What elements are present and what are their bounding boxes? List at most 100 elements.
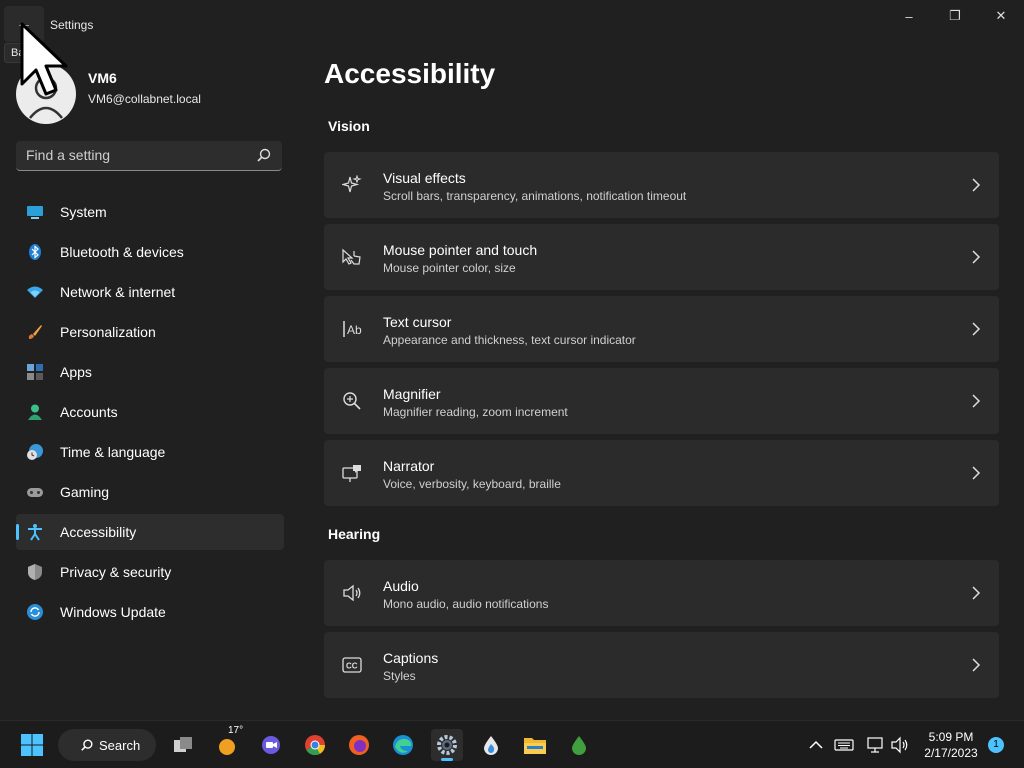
card-title: Visual effects [383,170,466,186]
card-magnifier[interactable]: Magnifier Magnifier reading, zoom increm… [324,368,999,434]
minimize-button[interactable]: – [886,0,932,32]
narrator-icon [342,465,361,482]
green-drop-icon [572,736,586,755]
bluetooth-icon [29,244,41,260]
firefox-button[interactable] [343,729,375,761]
card-description: Styles [383,669,416,683]
card-title: Text cursor [383,314,452,330]
clock-date: 2/17/2023 [924,746,978,760]
chat-app-button[interactable] [255,729,287,761]
chevron-right-icon [972,322,981,336]
sidebar-item-label: Accounts [60,404,118,420]
sidebar-item-windows-update[interactable]: Windows Update [16,594,284,630]
file-explorer-button[interactable] [519,729,551,761]
chevron-right-icon [972,250,981,264]
back-tooltip: Ba [4,43,32,63]
sidebar-item-label: Accessibility [60,524,137,540]
folder-icon [524,738,546,754]
sidebar-item-accessibility[interactable]: Accessibility [16,514,284,550]
chevron-right-icon [972,394,981,408]
section-title-vision: Vision [328,118,370,134]
chevron-right-icon [972,586,981,600]
minimize-icon: – [905,8,913,24]
chrome-icon [305,735,326,756]
weather-sun-icon [219,739,235,755]
card-narrator[interactable]: Narrator Voice, verbosity, keyboard, bra… [324,440,999,506]
avatar [16,64,76,124]
brush-icon [28,325,42,339]
accounts-icon [28,404,42,420]
sidebar-item-system[interactable]: System [16,194,284,230]
window-controls: – ❐ ✕ [886,0,1024,32]
sparkle-icon [342,175,362,193]
search-input[interactable] [16,141,246,169]
sidebar-item-gaming[interactable]: Gaming [16,474,284,510]
chevron-right-icon [972,466,981,480]
sidebar-item-apps[interactable]: Apps [16,354,284,390]
task-view-button[interactable] [167,729,199,761]
search-icon[interactable] [256,147,272,163]
card-mouse-pointer-touch[interactable]: Mouse pointer and touch Mouse pointer co… [324,224,999,290]
chat-icon [262,736,280,754]
card-description: Magnifier reading, zoom increment [383,405,568,419]
page-title: Accessibility [324,58,496,89]
svg-text:Ab: Ab [347,323,362,337]
close-icon: ✕ [995,8,1007,23]
start-button[interactable] [16,729,48,761]
chevron-right-icon [972,178,981,192]
card-audio[interactable]: Audio Mono audio, audio notifications [324,560,999,626]
chrome-button[interactable] [299,729,331,761]
card-description: Scroll bars, transparency, animations, n… [383,189,687,203]
sidebar-item-label: Privacy & security [60,564,172,580]
magnifier-icon [343,392,361,410]
droplet-icon [484,736,498,755]
droplet-app-button[interactable] [475,729,507,761]
card-description: Appearance and thickness, text cursor in… [383,333,636,347]
card-visual-effects[interactable]: Visual effects Scroll bars, transparency… [324,152,999,218]
keyboard-icon[interactable] [834,735,854,755]
sidebar-item-accounts[interactable]: Accounts [16,394,284,430]
sidebar-item-label: Network & internet [60,284,176,300]
back-button[interactable]: ← [4,6,44,42]
card-title: Magnifier [383,386,441,402]
green-drop-app-button[interactable] [563,729,595,761]
sidebar-item-network[interactable]: Network & internet [16,274,284,310]
edge-icon [393,735,413,755]
sidebar-item-bluetooth[interactable]: Bluetooth & devices [16,234,284,270]
taskbar-search-label: Search [99,738,141,753]
card-captions[interactable]: CC Captions Styles [324,632,999,698]
system-clock[interactable]: 5:09 PM 2/17/2023 [918,729,984,761]
svg-text:CC: CC [346,662,358,671]
maximize-button[interactable]: ❐ [932,0,978,32]
apps-icon [27,364,43,380]
card-description: Voice, verbosity, keyboard, braille [383,477,561,491]
sidebar-item-privacy-security[interactable]: Privacy & security [16,554,284,590]
user-profile[interactable]: VM6 VM6@collabnet.local [16,64,296,124]
edge-button[interactable] [387,729,419,761]
notification-badge[interactable]: 1 [988,737,1004,753]
app-title: Settings [50,18,94,32]
sidebar-item-personalization[interactable]: Personalization [16,314,284,350]
card-title: Audio [383,578,419,594]
gear-icon [437,735,457,755]
update-icon [27,604,43,620]
card-text-cursor[interactable]: Ab Text cursor Appearance and thickness,… [324,296,999,362]
settings-taskbar-button[interactable] [431,729,463,761]
nav-list: System Bluetooth & devices Network & int… [16,194,284,634]
shield-icon [28,564,42,580]
user-name: VM6 [88,70,117,86]
text-cursor-icon: Ab [343,321,362,337]
close-button[interactable]: ✕ [978,0,1024,32]
card-title: Captions [383,650,439,666]
sidebar-item-label: Gaming [60,484,110,500]
title-bar: ← Settings Ba – ❐ ✕ [0,0,1024,63]
sidebar-item-time-language[interactable]: Time & language [16,434,284,470]
sidebar-item-label: Apps [60,364,92,380]
network-status-icon[interactable] [866,735,886,755]
pointer-touch-icon [342,248,361,265]
chevron-up-icon[interactable] [806,735,826,755]
firefox-icon [349,735,369,755]
volume-icon[interactable] [890,735,910,755]
taskbar: Search 17° 5:09 PM 2/17/2023 1 [0,720,1024,768]
taskbar-search-button[interactable]: Search [58,729,156,761]
